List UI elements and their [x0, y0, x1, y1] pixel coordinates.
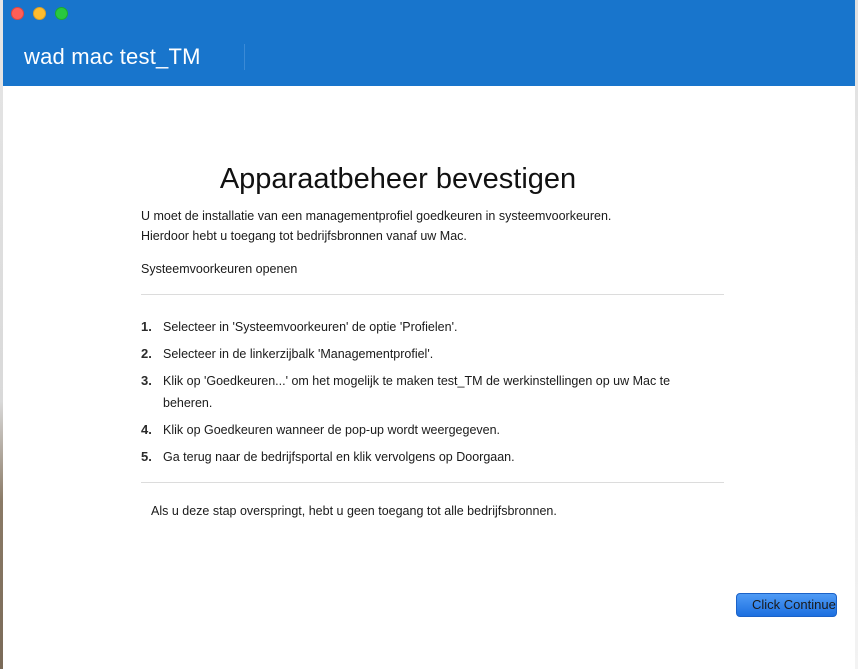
intro-line-2: Hierdoor hebt u toegang tot bedrijfsbron…	[141, 229, 467, 243]
minimize-window-button[interactable]	[33, 7, 46, 20]
step-number: 5.	[141, 449, 152, 464]
intro-line-1: U moet de installatie van een management…	[141, 209, 612, 223]
step-item: 1. Selecteer in 'Systeemvoorkeuren' de o…	[141, 316, 721, 338]
step-text: Ga terug naar de bedrijfsportal en klik …	[163, 450, 515, 464]
step-item: 5. Ga terug naar de bedrijfsportal en kl…	[141, 446, 721, 468]
window-header: wad mac test_TM	[3, 0, 858, 86]
divider-bottom	[141, 482, 724, 483]
step-text: Klik op 'Goedkeuren...' om het mogelijk …	[163, 374, 671, 410]
step-item: 4. Klik op Goedkeuren wanneer de pop-up …	[141, 419, 721, 441]
divider-top	[141, 294, 724, 295]
step-text: Selecteer in 'Systeemvoorkeuren' de opti…	[163, 320, 458, 334]
skip-warning-text: Als u deze stap overspringt, hebt u geen…	[151, 504, 557, 518]
intro-text: U moet de installatie van een management…	[141, 206, 611, 246]
step-item: 3. Klik op 'Goedkeuren...' om het mogeli…	[141, 370, 721, 414]
zoom-window-button[interactable]	[55, 7, 68, 20]
main-content: Apparaatbeheer bevestigen U moet de inst…	[3, 86, 858, 669]
steps-list: 1. Selecteer in 'Systeemvoorkeuren' de o…	[141, 316, 721, 473]
step-number: 3.	[141, 373, 152, 388]
window-edge	[855, 0, 858, 669]
app-title: wad mac test_TM	[24, 44, 201, 69]
step-number: 4.	[141, 422, 152, 437]
open-system-preferences-link[interactable]: Systeemvoorkeuren openen	[141, 262, 297, 276]
close-window-button[interactable]	[11, 7, 24, 20]
step-text: Klik op Goedkeuren wanneer de pop-up wor…	[163, 423, 501, 437]
header-divider	[244, 44, 245, 70]
page-title: Apparaatbeheer bevestigen	[219, 163, 577, 196]
step-text: Selecteer in de linkerzijbalk 'Managemen…	[163, 347, 434, 361]
continue-button[interactable]: Click Continue	[736, 593, 837, 617]
step-item: 2. Selecteer in de linkerzijbalk 'Manage…	[141, 343, 721, 365]
step-number: 1.	[141, 319, 152, 334]
step-number: 2.	[141, 346, 152, 361]
window-controls	[11, 7, 68, 20]
app-window: wad mac test_TM Apparaatbeheer bevestige…	[3, 0, 858, 669]
